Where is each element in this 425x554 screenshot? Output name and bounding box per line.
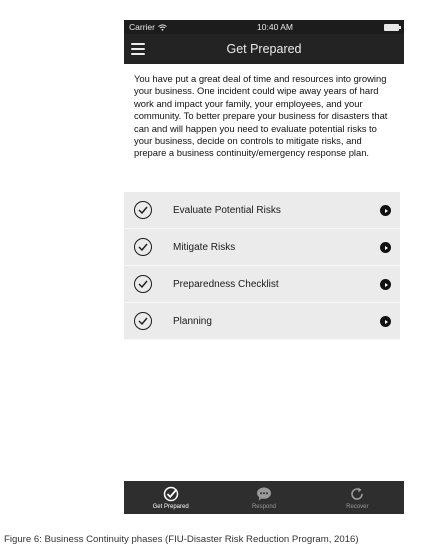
- status-time: 10:40 AM: [257, 22, 293, 32]
- figure-caption: Figure 6: Business Continuity phases (FI…: [4, 534, 359, 545]
- check-circle-icon: [134, 201, 152, 219]
- list-item-label: Planning: [173, 315, 212, 327]
- list-item-mitigate-risks[interactable]: Mitigate Risks: [124, 229, 400, 266]
- wifi-icon: [158, 24, 167, 31]
- list-item-preparedness-checklist[interactable]: Preparedness Checklist: [124, 266, 400, 303]
- chevron-right-icon: [380, 316, 391, 327]
- status-bar: Carrier 10:40 AM: [124, 20, 404, 34]
- list-item-label: Mitigate Risks: [173, 241, 236, 253]
- list-item-planning[interactable]: Planning: [124, 303, 400, 340]
- tab-get-prepared[interactable]: Get Prepared: [124, 481, 217, 514]
- refresh-icon: [349, 486, 365, 503]
- tab-respond[interactable]: Respond: [217, 481, 310, 514]
- tab-label: Get Prepared: [152, 503, 189, 510]
- chevron-right-icon: [380, 242, 391, 253]
- check-circle-icon: [163, 486, 179, 503]
- list-item-label: Preparedness Checklist: [173, 278, 279, 290]
- tab-label: Respond: [251, 503, 276, 510]
- tab-bar: Get Prepared Respond Recover: [124, 481, 404, 514]
- battery-icon: [384, 23, 401, 31]
- status-left: Carrier: [129, 22, 167, 32]
- list-item-label: Evaluate Potential Risks: [173, 204, 281, 216]
- tab-recover[interactable]: Recover: [311, 481, 404, 514]
- chevron-right-icon: [380, 279, 391, 290]
- intro-text: You have put a great deal of time and re…: [134, 73, 388, 159]
- list-item-evaluate-risks[interactable]: Evaluate Potential Risks: [124, 192, 400, 229]
- check-circle-icon: [134, 275, 152, 293]
- nav-bar: Get Prepared: [124, 34, 404, 64]
- chevron-right-icon: [380, 205, 391, 216]
- hamburger-menu-icon[interactable]: [131, 43, 145, 55]
- check-circle-icon: [134, 312, 152, 330]
- check-circle-icon: [134, 238, 152, 256]
- tab-label: Recover: [346, 503, 369, 510]
- phase-list: Evaluate Potential Risks Mitigate Risks …: [124, 192, 400, 340]
- chat-bubble-icon: [256, 486, 272, 503]
- carrier-label: Carrier: [129, 22, 155, 32]
- page-title: Get Prepared: [226, 42, 302, 56]
